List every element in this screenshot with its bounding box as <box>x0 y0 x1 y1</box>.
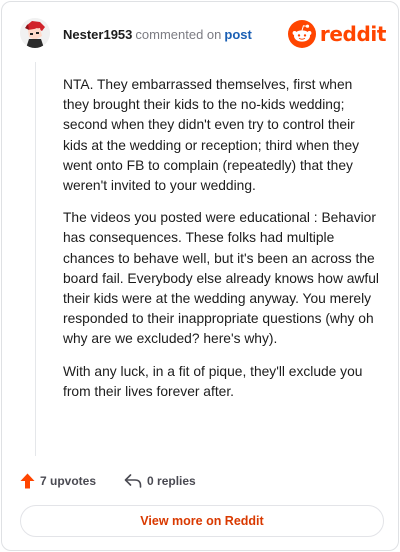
upvote-button[interactable]: 7 upvotes <box>20 473 96 489</box>
username-link[interactable]: Nester1953 <box>63 27 132 42</box>
reply-count: 0 replies <box>147 474 196 488</box>
reply-arrow-icon <box>124 474 142 488</box>
upvote-count: 7 upvotes <box>40 474 97 488</box>
comment-actions: 7 upvotes 0 replies <box>20 471 196 491</box>
upvote-arrow-icon <box>20 473 35 489</box>
reddit-logo-icon <box>287 20 316 48</box>
user-avatar[interactable] <box>20 18 50 48</box>
comment-paragraph: The videos you posted were educational :… <box>63 210 379 347</box>
comment-body: NTA. They embarrassed themselves, first … <box>63 75 381 414</box>
byline-verb: commented on <box>135 27 222 42</box>
avatar-image-icon <box>20 18 50 48</box>
reddit-wordmark: reddit <box>319 22 386 46</box>
view-more-on-reddit-button[interactable]: View more on Reddit <box>20 505 384 537</box>
reddit-brand[interactable]: reddit <box>287 19 386 49</box>
comment-embed-card: Nester1953 commented on post reddit NTA. T… <box>1 1 399 551</box>
thread-line <box>35 62 36 456</box>
byline: Nester1953 commented on post <box>63 27 252 43</box>
comment-header: Nester1953 commented on post reddit <box>20 16 386 56</box>
post-link[interactable]: post <box>224 27 251 42</box>
comment-paragraph: NTA. They embarrassed themselves, first … <box>63 77 360 194</box>
comment-paragraph: With any luck, in a fit of pique, they'l… <box>63 363 363 399</box>
replies-button[interactable]: 0 replies <box>124 474 196 488</box>
